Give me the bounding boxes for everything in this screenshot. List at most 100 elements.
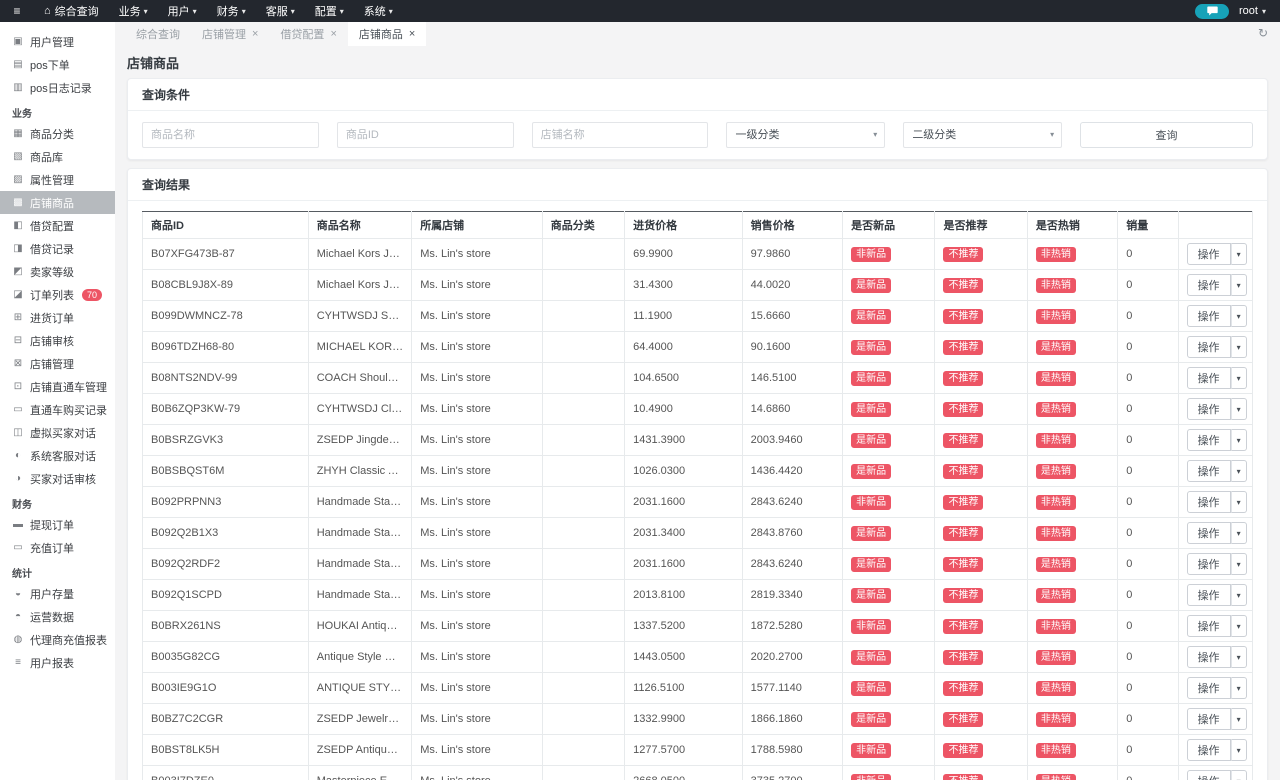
action-button[interactable]: 操作 bbox=[1187, 646, 1231, 668]
sidebar-item[interactable]: ▩ 店铺商品 bbox=[0, 191, 115, 214]
sidebar-item[interactable]: ▭ 充值订单 bbox=[0, 536, 115, 559]
sidebar-item[interactable]: ▬ 提现订单 bbox=[0, 513, 115, 536]
action-dropdown-button[interactable]: ▾ bbox=[1231, 708, 1247, 730]
column-header: 销售价格 bbox=[742, 212, 842, 239]
nav-menu[interactable]: 客服 ▾ bbox=[256, 0, 305, 22]
user-menu[interactable]: root ▾ bbox=[1239, 5, 1266, 17]
action-button-group: 操作 ▾ bbox=[1187, 429, 1247, 451]
sidebar-item[interactable]: ◧ 借贷配置 bbox=[0, 214, 115, 237]
sidebar-item[interactable]: ▨ 属性管理 bbox=[0, 168, 115, 191]
sidebar-item[interactable]: ▦ 商品分类 bbox=[0, 122, 115, 145]
action-button[interactable]: 操作 bbox=[1187, 429, 1231, 451]
search-button[interactable]: 查询 bbox=[1080, 122, 1253, 148]
action-dropdown-button[interactable]: ▾ bbox=[1231, 584, 1247, 606]
product-name-cell: Handmade Stained … bbox=[308, 580, 411, 611]
action-dropdown-button[interactable]: ▾ bbox=[1231, 429, 1247, 451]
category-cell bbox=[542, 766, 624, 780]
store-cell: Ms. Lin's store bbox=[412, 518, 543, 549]
action-button[interactable]: 操作 bbox=[1187, 708, 1231, 730]
new-status-badge: 是新品 bbox=[851, 340, 891, 355]
close-icon[interactable]: × bbox=[330, 29, 336, 40]
sidebar-item[interactable]: ⊡ 店铺直通车管理 bbox=[0, 375, 115, 398]
action-dropdown-button[interactable]: ▾ bbox=[1231, 491, 1247, 513]
nav-menu[interactable]: 系统 ▾ bbox=[354, 0, 403, 22]
action-button[interactable]: 操作 bbox=[1187, 522, 1231, 544]
action-button[interactable]: 操作 bbox=[1187, 460, 1231, 482]
close-icon[interactable]: × bbox=[252, 29, 258, 40]
action-button[interactable]: 操作 bbox=[1187, 274, 1231, 296]
action-dropdown-button[interactable]: ▾ bbox=[1231, 739, 1247, 761]
action-button[interactable]: 操作 bbox=[1187, 770, 1231, 780]
sidebar-item[interactable]: ▣ 用户管理 bbox=[0, 30, 115, 53]
action-dropdown-button[interactable]: ▾ bbox=[1231, 243, 1247, 265]
sidebar-item[interactable]: ⊠ 店铺管理 bbox=[0, 352, 115, 375]
tab[interactable]: 店铺管理 × bbox=[191, 22, 269, 46]
sales-cell: 0 bbox=[1118, 704, 1178, 735]
action-button[interactable]: 操作 bbox=[1187, 305, 1231, 327]
action-dropdown-button[interactable]: ▾ bbox=[1231, 460, 1247, 482]
recommend-status-badge: 不推荐 bbox=[943, 247, 983, 262]
sidebar-item[interactable]: ▭ 直通车购买记录 bbox=[0, 398, 115, 421]
store-name-input[interactable] bbox=[532, 122, 709, 148]
action-button[interactable]: 操作 bbox=[1187, 615, 1231, 637]
sidebar-item[interactable]: ◫ 虚拟买家对话 bbox=[0, 421, 115, 444]
action-button[interactable]: 操作 bbox=[1187, 243, 1231, 265]
product-id-input[interactable] bbox=[337, 122, 514, 148]
action-dropdown-button[interactable]: ▾ bbox=[1231, 677, 1247, 699]
action-dropdown-button[interactable]: ▾ bbox=[1231, 274, 1247, 296]
sidebar: ▣ 用户管理 ▤ pos下单 ▥ pos日志记录 业务 ▦ 商品分类 ▧ bbox=[0, 22, 115, 780]
sidebar-item[interactable]: ◪ 订单列表 70 bbox=[0, 283, 115, 306]
action-dropdown-button[interactable]: ▾ bbox=[1231, 522, 1247, 544]
sidebar-item[interactable]: ◩ 卖家等级 bbox=[0, 260, 115, 283]
menu-icon[interactable]: ≡ bbox=[0, 0, 34, 22]
category-level2-select[interactable]: 二级分类 bbox=[903, 122, 1062, 148]
tab[interactable]: 综合查询 bbox=[125, 22, 191, 46]
sidebar-item[interactable]: ◨ 借贷记录 bbox=[0, 237, 115, 260]
sidebar-item[interactable]: ◑ 买家对话审核 bbox=[0, 467, 115, 490]
nav-menu[interactable]: 业务 ▾ bbox=[109, 0, 158, 22]
action-dropdown-button[interactable]: ▾ bbox=[1231, 615, 1247, 637]
action-button[interactable]: 操作 bbox=[1187, 491, 1231, 513]
nav-menu[interactable]: 配置 ▾ bbox=[305, 0, 354, 22]
sidebar-item[interactable]: ▤ pos下单 bbox=[0, 53, 115, 76]
action-button[interactable]: 操作 bbox=[1187, 677, 1231, 699]
refresh-icon[interactable]: ↻ bbox=[1258, 26, 1268, 40]
nav-home[interactable]: ⌂ 综合查询 bbox=[34, 0, 109, 22]
chat-button[interactable] bbox=[1195, 4, 1229, 19]
new-status-badge: 非新品 bbox=[851, 743, 891, 758]
sidebar-item[interactable]: ◍ 代理商充值报表 bbox=[0, 628, 115, 651]
action-button[interactable]: 操作 bbox=[1187, 584, 1231, 606]
sidebar-item[interactable]: ⊞ 进货订单 bbox=[0, 306, 115, 329]
tab[interactable]: 借贷配置 × bbox=[269, 22, 347, 46]
sidebar-item[interactable]: ◓ 运营数据 bbox=[0, 605, 115, 628]
action-dropdown-button[interactable]: ▾ bbox=[1231, 367, 1247, 389]
sidebar-item[interactable]: ≡ 用户报表 bbox=[0, 651, 115, 674]
action-button[interactable]: 操作 bbox=[1187, 336, 1231, 358]
page-title: 店铺商品 bbox=[115, 46, 1280, 72]
category-cell bbox=[542, 673, 624, 704]
sidebar-item[interactable]: ⊟ 店铺审核 bbox=[0, 329, 115, 352]
action-dropdown-button[interactable]: ▾ bbox=[1231, 770, 1247, 780]
product-name-input[interactable] bbox=[142, 122, 319, 148]
store-cell: Ms. Lin's store bbox=[412, 673, 543, 704]
action-dropdown-button[interactable]: ▾ bbox=[1231, 646, 1247, 668]
close-icon[interactable]: × bbox=[409, 29, 415, 40]
sidebar-item[interactable]: ▧ 商品库 bbox=[0, 145, 115, 168]
tab[interactable]: 店铺商品 × bbox=[348, 22, 426, 46]
sidebar-item[interactable]: ◐ 系统客服对话 bbox=[0, 444, 115, 467]
sidebar-item-label: 用户存量 bbox=[30, 586, 74, 602]
sidebar-item[interactable]: ◒ 用户存量 bbox=[0, 582, 115, 605]
action-button[interactable]: 操作 bbox=[1187, 367, 1231, 389]
action-dropdown-button[interactable]: ▾ bbox=[1231, 305, 1247, 327]
action-button[interactable]: 操作 bbox=[1187, 739, 1231, 761]
action-dropdown-button[interactable]: ▾ bbox=[1231, 398, 1247, 420]
action-dropdown-button[interactable]: ▾ bbox=[1231, 336, 1247, 358]
nav-menu[interactable]: 用户 ▾ bbox=[158, 0, 207, 22]
action-button[interactable]: 操作 bbox=[1187, 398, 1231, 420]
sidebar-item[interactable]: ▥ pos日志记录 bbox=[0, 76, 115, 99]
action-button[interactable]: 操作 bbox=[1187, 553, 1231, 575]
nav-menu-label: 用户 bbox=[168, 3, 190, 19]
category-level1-select[interactable]: 一级分类 bbox=[726, 122, 885, 148]
nav-menu[interactable]: 财务 ▾ bbox=[207, 0, 256, 22]
action-dropdown-button[interactable]: ▾ bbox=[1231, 553, 1247, 575]
